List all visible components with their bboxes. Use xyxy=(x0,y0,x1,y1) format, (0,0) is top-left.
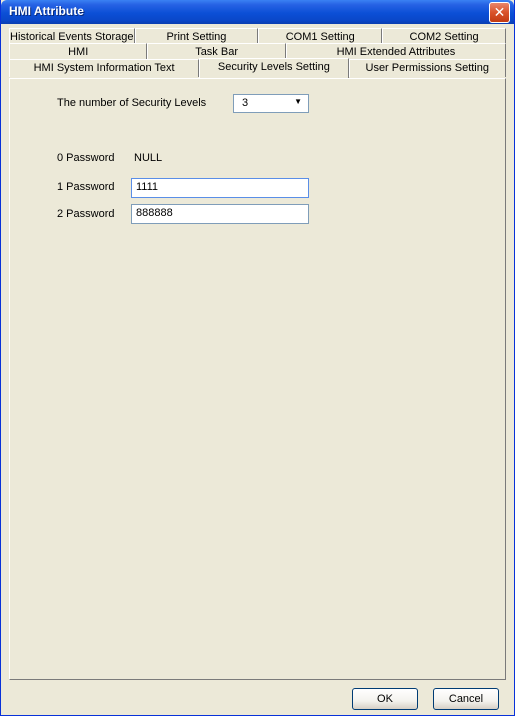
window-title: HMI Attribute xyxy=(9,4,84,18)
security-levels-label: The number of Security Levels xyxy=(57,97,207,109)
security-levels-panel xyxy=(9,78,506,680)
password-0-label: 0 Password xyxy=(57,152,115,164)
button-bar: OK Cancel xyxy=(9,688,506,710)
tab-control: Historical Events Storage Print Setting … xyxy=(9,28,506,680)
tab-security-levels-setting[interactable]: Security Levels Setting xyxy=(199,58,349,78)
security-levels-value: 3 xyxy=(242,97,249,109)
password-2-field[interactable]: 888888 xyxy=(131,204,309,224)
ok-button[interactable]: OK xyxy=(352,688,418,710)
tab-hmi-system-information-text[interactable]: HMI System Information Text xyxy=(9,59,200,77)
tab-user-permissions-setting[interactable]: User Permissions Setting xyxy=(348,59,506,77)
hmi-attribute-dialog: HMI Attribute ✕ Historical Events Storag… xyxy=(0,0,515,716)
tab-row-3: HMI System Information Text Security Lev… xyxy=(9,58,506,78)
close-icon: ✕ xyxy=(493,4,506,20)
chevron-down-icon: ▼ xyxy=(294,97,302,106)
title-bar[interactable]: HMI Attribute ✕ xyxy=(1,0,514,24)
close-button[interactable]: ✕ xyxy=(489,2,510,23)
password-1-field[interactable]: 1111 xyxy=(131,178,309,198)
password-0-value: NULL xyxy=(134,152,163,164)
password-2-label: 2 Password xyxy=(57,208,115,220)
security-levels-select[interactable]: 3 ▼ xyxy=(233,94,309,113)
password-1-label: 1 Password xyxy=(57,181,115,193)
cancel-button[interactable]: Cancel xyxy=(433,688,499,710)
